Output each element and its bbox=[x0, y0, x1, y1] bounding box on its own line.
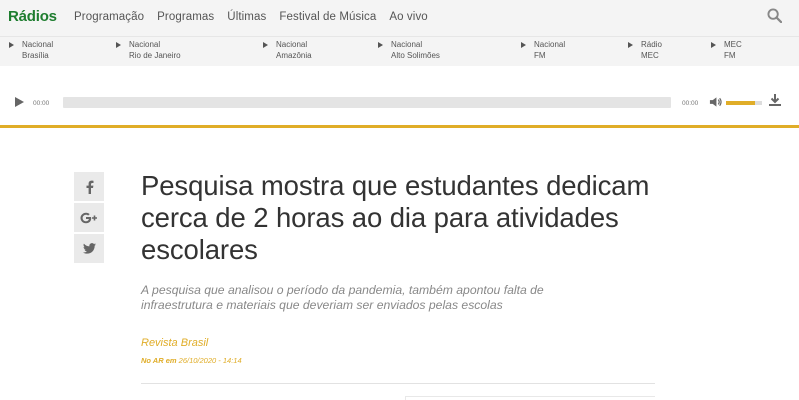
station-name: MEC bbox=[724, 40, 742, 49]
play-button[interactable] bbox=[15, 97, 24, 107]
top-navigation: Rádios Programação Programas Últimas Fes… bbox=[0, 0, 799, 36]
google-plus-icon bbox=[80, 212, 97, 223]
station-location: MEC bbox=[641, 51, 659, 60]
play-icon bbox=[711, 42, 716, 48]
search-icon[interactable] bbox=[767, 8, 782, 23]
station-location: Brasília bbox=[22, 51, 49, 60]
volume-level bbox=[726, 101, 755, 105]
station-name: Nacional bbox=[22, 40, 54, 49]
volume-icon[interactable] bbox=[709, 96, 722, 108]
main-menu: Programação Programas Últimas Festival d… bbox=[74, 11, 441, 23]
share-column bbox=[74, 172, 104, 265]
station-nacional-rio[interactable]: Nacional Rio de Janeiro bbox=[116, 39, 181, 61]
station-name: Rádio bbox=[641, 40, 662, 49]
play-icon bbox=[263, 42, 268, 48]
play-icon bbox=[116, 42, 121, 48]
download-icon[interactable] bbox=[768, 93, 782, 107]
station-location: FM bbox=[724, 51, 736, 60]
station-name: Nacional bbox=[276, 40, 308, 49]
divider bbox=[141, 383, 655, 384]
facebook-icon bbox=[86, 180, 93, 194]
content-box bbox=[405, 396, 655, 400]
current-time: 00:00 bbox=[33, 100, 50, 107]
station-nacional-amazonia[interactable]: Nacional Amazônia bbox=[263, 39, 312, 61]
station-name: Nacional bbox=[534, 40, 566, 49]
station-name: Nacional bbox=[391, 40, 423, 49]
station-location: Rio de Janeiro bbox=[129, 51, 181, 60]
total-time: 00:00 bbox=[682, 100, 699, 107]
station-nacional-alto-solimoes[interactable]: Nacional Alto Solimões bbox=[378, 39, 440, 61]
share-google-plus-button[interactable] bbox=[74, 203, 104, 232]
play-icon bbox=[521, 42, 526, 48]
nav-item-programacao[interactable]: Programação bbox=[74, 11, 144, 23]
station-location: Alto Solimões bbox=[391, 51, 440, 60]
station-radio-mec[interactable]: Rádio MEC bbox=[628, 39, 662, 61]
station-nacional-fm[interactable]: Nacional FM bbox=[521, 39, 565, 61]
article-title: Pesquisa mostra que estudantes dedicam c… bbox=[141, 170, 650, 265]
play-icon bbox=[628, 42, 633, 48]
station-location: FM bbox=[534, 51, 546, 60]
share-twitter-button[interactable] bbox=[74, 234, 104, 263]
nav-item-festival[interactable]: Festival de Música bbox=[279, 11, 376, 23]
twitter-icon bbox=[82, 243, 96, 254]
nav-item-programas[interactable]: Programas bbox=[157, 11, 214, 23]
nav-item-ao-vivo[interactable]: Ao vivo bbox=[389, 11, 427, 23]
play-icon bbox=[9, 42, 14, 48]
brand-logo[interactable]: Rádios bbox=[8, 8, 57, 25]
air-date: No AR em 26/10/2020 - 14:14 bbox=[141, 356, 242, 365]
station-strip: Nacional Brasília Nacional Rio de Janeiro … bbox=[0, 36, 799, 66]
station-name: Nacional bbox=[129, 40, 161, 49]
share-facebook-button[interactable] bbox=[74, 172, 104, 201]
station-nacional-brasilia[interactable]: Nacional Brasília bbox=[9, 39, 53, 61]
program-link[interactable]: Revista Brasil bbox=[141, 337, 208, 349]
air-date-label: No AR em bbox=[141, 356, 177, 365]
article-subtitle: A pesquisa que analisou o período da pan… bbox=[141, 283, 544, 312]
progress-bar[interactable] bbox=[63, 97, 671, 108]
volume-slider[interactable] bbox=[726, 101, 762, 105]
station-mec-fm[interactable]: MEC FM bbox=[711, 39, 742, 61]
audio-player: 00:00 00:00 bbox=[0, 70, 799, 128]
air-date-value: 26/10/2020 - 14:14 bbox=[178, 356, 242, 365]
station-location: Amazônia bbox=[276, 51, 312, 60]
play-icon bbox=[378, 42, 383, 48]
nav-item-ultimas[interactable]: Últimas bbox=[227, 11, 266, 23]
